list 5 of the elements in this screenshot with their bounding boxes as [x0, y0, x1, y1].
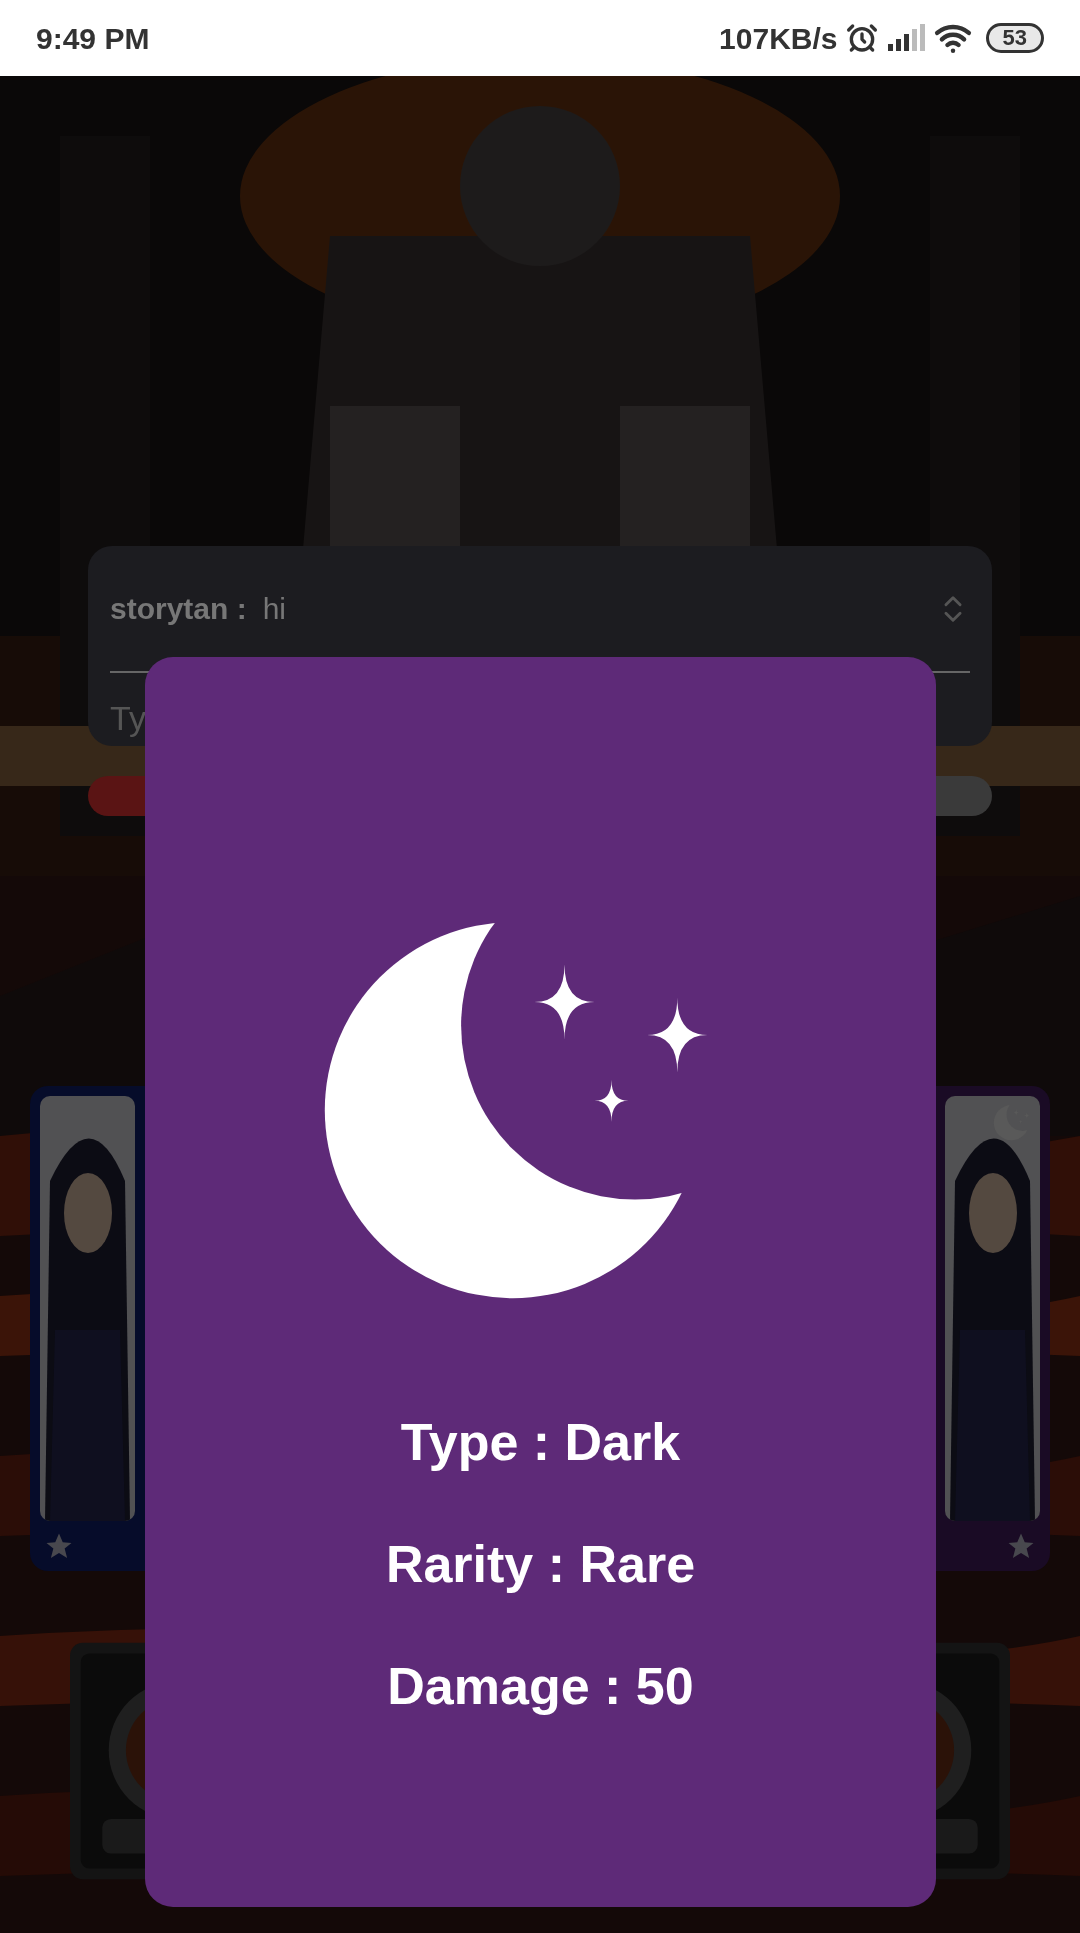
signal-icon [885, 24, 926, 52]
alarm-icon [845, 22, 878, 54]
battery-indicator: 53 [985, 23, 1044, 53]
status-time: 9:49 PM [36, 20, 150, 57]
network-speed: 107KB/s [719, 20, 838, 57]
